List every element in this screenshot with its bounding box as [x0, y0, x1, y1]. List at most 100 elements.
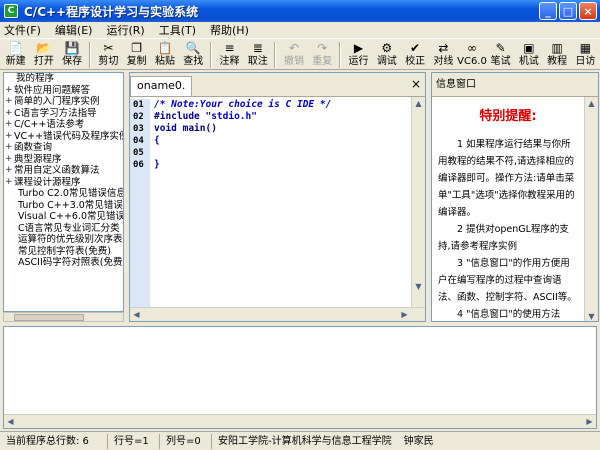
- align-icon: ⇄: [438, 41, 449, 55]
- tree-item[interactable]: Turbo C2.0常见错误信息: [4, 188, 123, 200]
- editor-horizontal-scrollbar[interactable]: ◀ ▶: [130, 307, 425, 321]
- tree-item[interactable]: + VC++错误代码及程序实例: [4, 131, 123, 143]
- toolbar-button-find[interactable]: 🔍 查找: [180, 39, 207, 68]
- code-line[interactable]: #include "stdio.h": [154, 111, 409, 123]
- code-line[interactable]: {: [154, 135, 409, 147]
- minimize-button[interactable]: _: [539, 2, 557, 20]
- toolbar-label: 粘贴: [154, 56, 175, 67]
- close-tab-icon[interactable]: ×: [411, 77, 421, 91]
- menu-file[interactable]: 文件(F): [4, 22, 41, 38]
- toolbar-button-comment[interactable]: ≡ 注释: [216, 39, 243, 68]
- toolbar-button-open-folder[interactable]: 📂 打开: [30, 39, 57, 68]
- toolbar-label: 运行: [348, 56, 369, 67]
- toolbar-button-run[interactable]: ▶ 运行: [345, 39, 372, 68]
- maximize-button[interactable]: □: [559, 2, 577, 20]
- code-line[interactable]: [154, 147, 409, 159]
- toolbar-button-paste[interactable]: 📋 粘贴: [151, 39, 178, 68]
- tree-root[interactable]: 我的程序: [4, 73, 123, 85]
- scroll-up-icon[interactable]: ▲: [585, 97, 598, 110]
- scroll-left-icon[interactable]: ◀: [130, 308, 143, 321]
- close-window-button[interactable]: ×: [579, 2, 597, 20]
- tree-item[interactable]: + C语言学习方法指导: [4, 108, 123, 120]
- code-editor[interactable]: oname0. × 01 02 03 04 05 06 /* Note:Your choi…: [129, 72, 426, 322]
- code-text-area[interactable]: /* Note:Your choice is C IDE */#include …: [154, 99, 409, 307]
- info-window-header: 信息窗口: [432, 73, 598, 97]
- toolbar-label: 剪切: [98, 56, 119, 67]
- scroll-down-icon[interactable]: ▼: [585, 310, 598, 321]
- code-line[interactable]: }: [154, 159, 409, 171]
- tree-item[interactable]: + 函数查询: [4, 142, 123, 154]
- expand-icon[interactable]: +: [5, 177, 13, 189]
- toolbar-separator: [209, 42, 212, 68]
- code-line[interactable]: /* Note:Your choice is C IDE */: [154, 99, 409, 111]
- tree-item[interactable]: 运算符的优先级别次序表: [4, 234, 123, 246]
- expand-icon[interactable]: +: [5, 108, 13, 120]
- output-horizontal-scrollbar[interactable]: ◀ ▶: [4, 414, 596, 428]
- tree-item[interactable]: + 课程设计源程序: [4, 177, 123, 189]
- expand-icon[interactable]: +: [5, 85, 13, 97]
- toolbar-button-copy[interactable]: ❐ 复制: [123, 39, 150, 68]
- menu-run[interactable]: 运行(R): [106, 22, 144, 38]
- toolbar-separator: [274, 42, 277, 68]
- toolbar-button-save[interactable]: 💾 保存: [59, 39, 86, 68]
- scroll-down-icon[interactable]: ▼: [412, 280, 425, 293]
- tree-item[interactable]: + C/C++语法参考: [4, 119, 123, 131]
- editor-vertical-scrollbar[interactable]: ▲ ▼: [411, 97, 425, 309]
- toolbar-button-vc6[interactable]: ∞ VC6.0: [457, 39, 487, 68]
- tree-item-label: C语言学习方法指导: [14, 107, 97, 119]
- program-tree[interactable]: 我的程序 + 软件应用问题解答 + 简单的入门程序实例 + C语言学习方法指导 + C/C++…: [3, 72, 124, 312]
- line-number: 02: [133, 112, 144, 122]
- toolbar-button-redo[interactable]: ↷ 重复: [309, 39, 336, 68]
- menu-help[interactable]: 帮助(H): [210, 22, 249, 38]
- toolbar-label: 复制: [126, 56, 147, 67]
- scroll-right-icon[interactable]: ▶: [398, 308, 411, 321]
- status-col: 列号=0: [160, 433, 212, 449]
- toolbar-label: 对线: [433, 56, 454, 67]
- scroll-left-icon[interactable]: ◀: [4, 415, 17, 428]
- toolbar-button-computer[interactable]: ▣ 机试: [515, 39, 542, 68]
- menu-tools[interactable]: 工具(T): [159, 22, 196, 38]
- toolbar-button-book[interactable]: ▥ 教程: [544, 39, 571, 68]
- tree-scroll-thumb[interactable]: [14, 314, 84, 321]
- tree-item[interactable]: ASCII码字符对照表(免费): [4, 257, 123, 269]
- tree-item[interactable]: 常见控制字符表(免费): [4, 246, 123, 258]
- tree-item[interactable]: Visual C++6.0常见错误: [4, 211, 123, 223]
- scroll-up-icon[interactable]: ▲: [412, 97, 425, 110]
- tree-item[interactable]: + 常用自定义函数算法: [4, 165, 123, 177]
- output-window[interactable]: ◀ ▶: [3, 326, 597, 429]
- toolbar-button-pen[interactable]: ✎ 笔试: [487, 39, 514, 68]
- toolbar-button-align[interactable]: ⇄ 对线: [430, 39, 457, 68]
- expand-icon[interactable]: +: [5, 154, 13, 166]
- expand-icon[interactable]: +: [5, 96, 13, 108]
- tree-item-label: 常用自定义函数算法: [14, 165, 100, 176]
- tree-item[interactable]: + 简单的入门程序实例: [4, 96, 123, 108]
- toolbar-button-undo[interactable]: ↶ 撤销: [280, 39, 307, 68]
- code-line[interactable]: void main(): [154, 123, 409, 135]
- tree-item[interactable]: C语言常见专业词汇分类: [4, 223, 123, 235]
- tree-horizontal-scrollbar[interactable]: [3, 312, 124, 322]
- toolbar-button-new-file[interactable]: 📄 新建: [2, 39, 29, 68]
- toolbar-button-uncomment[interactable]: ≣ 取注: [244, 39, 271, 68]
- info-paragraph: 4 "信息窗口"的使用方法: [457, 309, 561, 320]
- menu-edit[interactable]: 编辑(E): [55, 22, 93, 38]
- toolbar-label: 调试: [376, 56, 397, 67]
- toolbar-button-calendar[interactable]: ▦ 日访: [572, 39, 599, 68]
- status-author: 钟家民: [403, 435, 434, 447]
- expand-icon[interactable]: +: [5, 131, 13, 143]
- toolbar-button-cut[interactable]: ✂ 剪切: [95, 39, 122, 68]
- expand-icon[interactable]: +: [5, 142, 13, 154]
- tree-item[interactable]: + 软件应用问题解答: [4, 85, 123, 97]
- status-total-lines: 当前程序总行数: 6: [0, 433, 108, 449]
- info-vertical-scrollbar[interactable]: ▲ ▼: [584, 97, 598, 321]
- title-bar[interactable]: C C/C++程序设计学习与实验系统 _ □ ×: [0, 0, 600, 22]
- tree-item[interactable]: + 典型源程序: [4, 154, 123, 166]
- toolbar-button-debug[interactable]: ⚙ 调试: [373, 39, 400, 68]
- toolbar-label: 校正: [405, 56, 426, 67]
- tree-item[interactable]: Turbo C++3.0常见错误: [4, 200, 123, 212]
- editor-tab[interactable]: oname0.: [130, 76, 193, 96]
- expand-icon[interactable]: +: [5, 165, 13, 177]
- toolbar-button-check[interactable]: ✔ 校正: [401, 39, 428, 68]
- scroll-right-icon[interactable]: ▶: [583, 415, 596, 428]
- open-folder-icon: 📂: [36, 41, 52, 55]
- expand-icon[interactable]: +: [5, 119, 13, 131]
